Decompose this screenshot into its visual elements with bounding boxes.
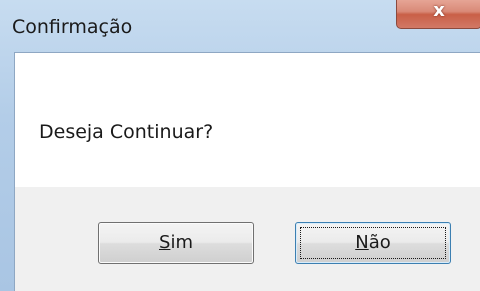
no-button[interactable]: Não [295, 222, 451, 264]
title-bar[interactable]: Confirmação x [0, 0, 480, 50]
yes-button-label: Sim [159, 232, 193, 253]
dialog-message: Deseja Continuar? [39, 121, 214, 143]
message-area: Deseja Continuar? [15, 53, 480, 187]
close-icon: x [433, 0, 445, 21]
close-button[interactable]: x [396, 0, 480, 29]
no-button-label: Não [355, 232, 391, 253]
yes-button[interactable]: Sim [98, 222, 254, 264]
confirmation-dialog: Confirmação x Deseja Continuar? Sim Não [0, 0, 480, 291]
dialog-body: Deseja Continuar? Sim Não [14, 52, 480, 291]
window-title: Confirmação [12, 16, 133, 38]
